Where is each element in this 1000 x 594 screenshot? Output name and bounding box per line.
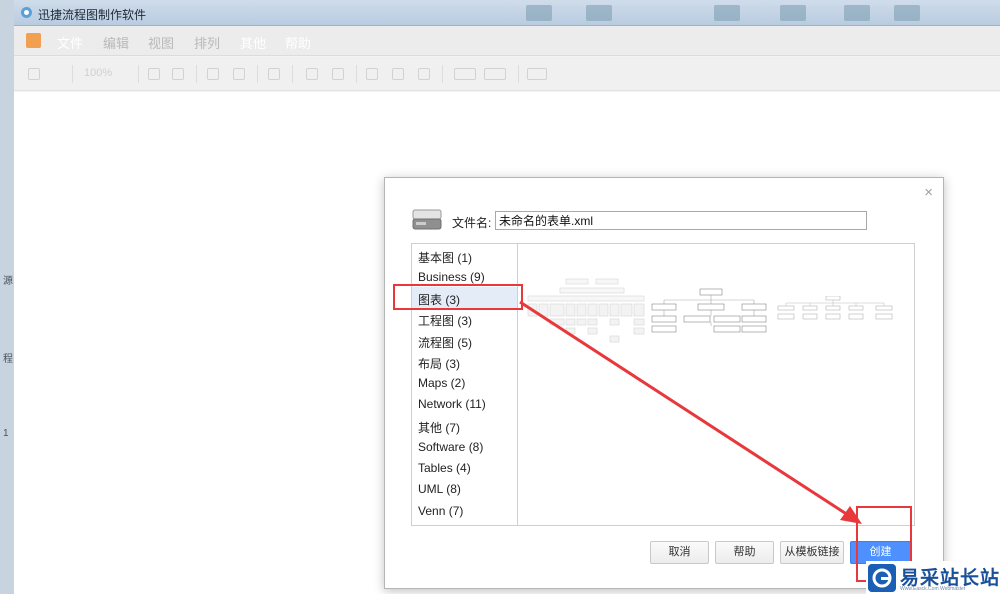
watermark-logo [868, 564, 896, 592]
watermark: 易采站长站 Www.Easck.Com Webmaster [866, 561, 1000, 594]
annotation-arrow [519, 300, 862, 524]
watermark-subtext: Www.Easck.Com Webmaster [900, 586, 966, 592]
